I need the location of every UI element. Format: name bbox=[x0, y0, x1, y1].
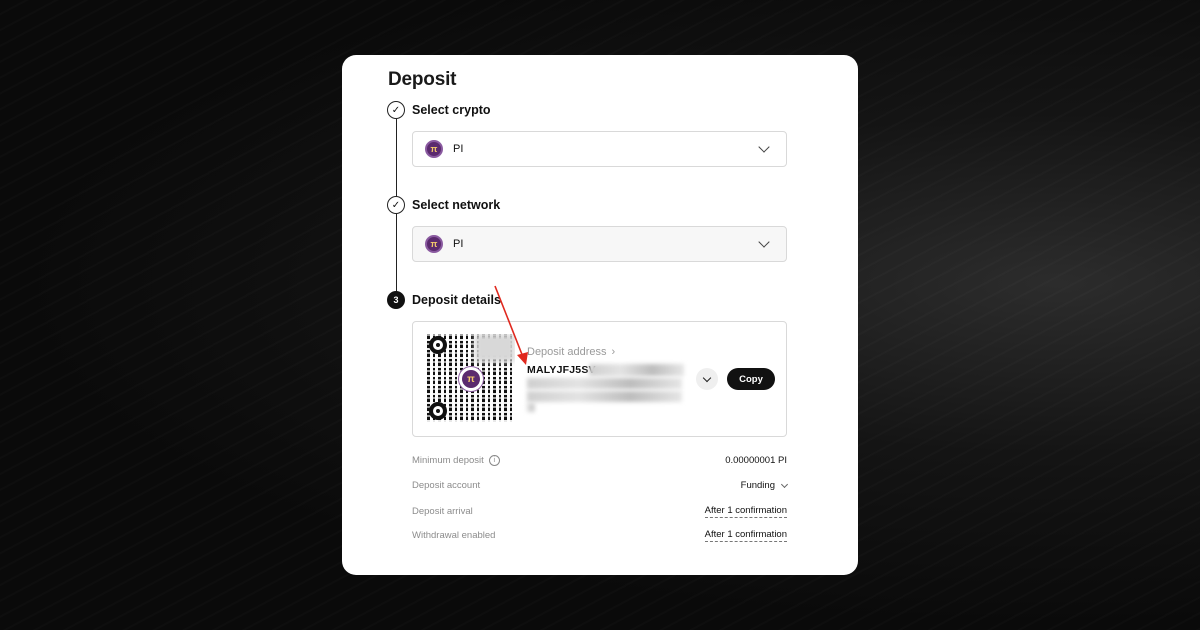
info-row-deposit-arrival: Deposit arrival After 1 confirmation bbox=[412, 505, 787, 518]
chevron-down-icon bbox=[758, 236, 770, 248]
copy-address-button[interactable]: Copy bbox=[727, 368, 775, 390]
crypto-select[interactable]: π PI bbox=[412, 131, 787, 167]
step-1-check-icon: ✓ bbox=[387, 101, 405, 119]
deposit-address-label[interactable]: Deposit address › bbox=[527, 346, 615, 358]
info-value[interactable]: After 1 confirmation bbox=[704, 505, 787, 518]
pi-coin-icon: π bbox=[425, 235, 443, 253]
info-row-minimum-deposit: Minimum deposit i 0.00000001 PI bbox=[412, 455, 787, 466]
deposit-qr-code: π bbox=[427, 334, 515, 422]
network-select[interactable]: π PI bbox=[412, 226, 787, 262]
info-value[interactable]: After 1 confirmation bbox=[704, 529, 787, 542]
chevron-right-icon: › bbox=[611, 346, 616, 358]
address-blur bbox=[527, 378, 682, 389]
info-key: Minimum deposit bbox=[412, 455, 484, 466]
deposit-address-value: MALYJFJ5SV bbox=[527, 364, 596, 376]
step-3-number: 3 bbox=[387, 291, 405, 309]
network-select-value: PI bbox=[453, 238, 464, 250]
info-key: Withdrawal enabled bbox=[412, 530, 496, 541]
info-key: Deposit account bbox=[412, 480, 481, 491]
step-3-label: Deposit details bbox=[412, 293, 501, 307]
page-title: Deposit bbox=[388, 69, 457, 90]
info-icon[interactable]: i bbox=[488, 455, 500, 466]
step-2-check-icon: ✓ bbox=[387, 196, 405, 214]
step-1-label: Select crypto bbox=[412, 103, 491, 117]
address-blur bbox=[527, 391, 682, 402]
step-2-label: Select network bbox=[412, 198, 501, 212]
info-value: 0.00000001 PI bbox=[725, 455, 787, 466]
info-row-withdrawal-enabled: Withdrawal enabled After 1 confirmation bbox=[412, 529, 787, 542]
pi-coin-icon: π bbox=[459, 367, 483, 391]
info-row-deposit-account: Deposit account Funding bbox=[412, 480, 789, 491]
address-blur bbox=[589, 364, 684, 376]
chevron-down-icon bbox=[702, 373, 712, 382]
deposit-account-select[interactable]: Funding bbox=[741, 480, 789, 491]
deposit-card: Deposit ✓ Select crypto π PI ✓ Select ne… bbox=[342, 55, 858, 575]
info-key: Deposit arrival bbox=[412, 506, 473, 517]
expand-address-button[interactable] bbox=[696, 368, 718, 390]
crypto-select-value: PI bbox=[453, 143, 464, 155]
chevron-down-icon bbox=[758, 141, 770, 153]
chevron-down-icon bbox=[780, 480, 789, 488]
address-blur bbox=[527, 403, 535, 412]
deposit-details-box: π Deposit address › MALYJFJ5SV Copy bbox=[412, 321, 787, 437]
pi-coin-icon: π bbox=[425, 140, 443, 158]
